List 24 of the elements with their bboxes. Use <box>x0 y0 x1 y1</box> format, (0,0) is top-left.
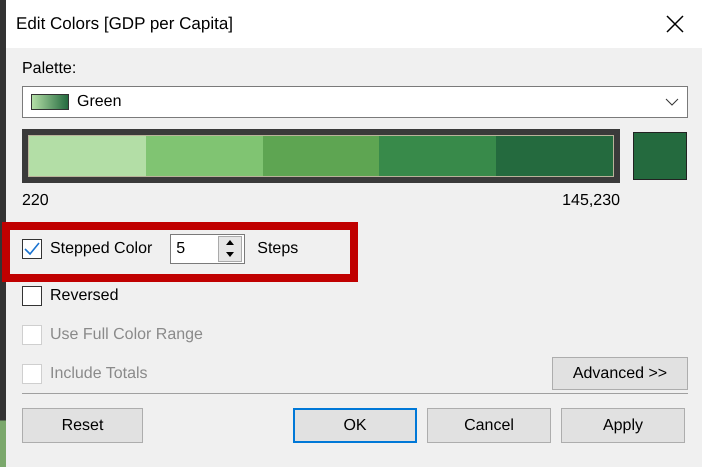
window-title: Edit Colors [GDP per Capita] <box>16 14 233 34</box>
up-arrow-icon[interactable] <box>226 240 234 245</box>
steps-label: Steps <box>257 240 298 258</box>
advanced-button[interactable]: Advanced >> <box>552 357 688 390</box>
max-value: 145,230 <box>562 192 620 210</box>
gradient-icon <box>31 94 69 110</box>
dialog-button[interactable]: Cancel <box>427 408 551 443</box>
dialog-button[interactable]: OK <box>293 408 417 443</box>
color-swatch[interactable] <box>633 132 687 180</box>
option-label: Use Full Color Range <box>50 326 203 344</box>
palette-label: Palette: <box>22 60 78 78</box>
option-label: Include Totals <box>50 364 148 382</box>
down-arrow-icon[interactable] <box>226 252 234 257</box>
option-label: Reversed <box>50 286 118 304</box>
dialog-button[interactable]: Reset <box>22 408 143 443</box>
steps-spinner[interactable]: 5 <box>170 234 246 264</box>
chevron-down-icon <box>665 98 679 106</box>
palette-dropdown[interactable]: Green <box>22 86 688 118</box>
min-value: 220 <box>22 192 49 210</box>
checkmark-icon <box>24 242 40 256</box>
option-checkbox[interactable] <box>22 286 42 306</box>
stepped-color-checkbox[interactable] <box>22 238 42 258</box>
dialog-button[interactable]: Apply <box>561 408 685 443</box>
stepped-color-label: Stepped Color <box>50 240 152 258</box>
